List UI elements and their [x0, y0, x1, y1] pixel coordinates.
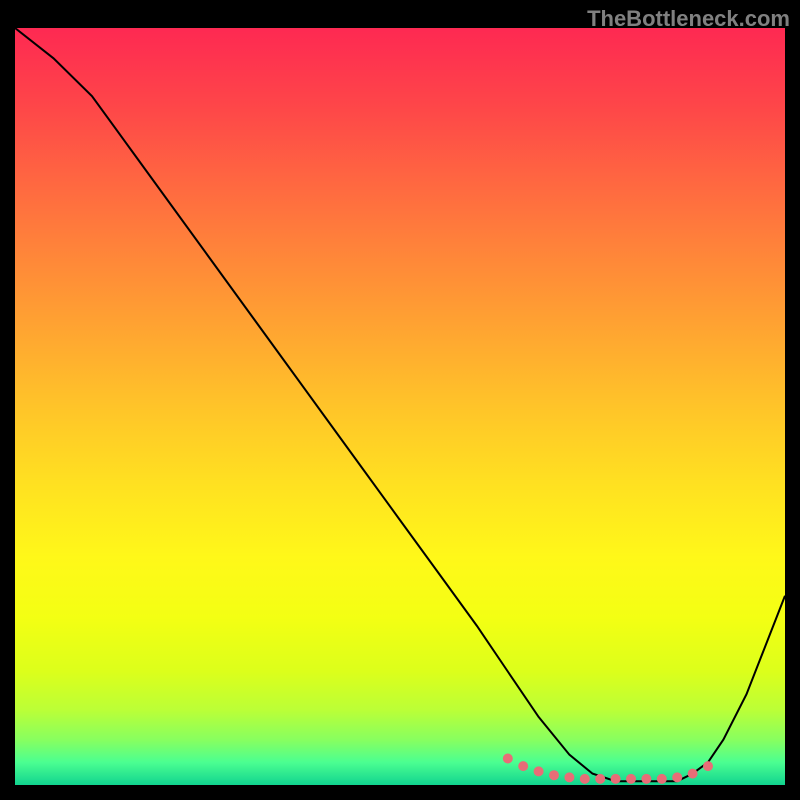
dot — [518, 761, 528, 771]
dot — [611, 774, 621, 784]
dot — [580, 774, 590, 784]
dot — [672, 772, 682, 782]
chart-overlay — [15, 28, 785, 785]
watermark-text: TheBottleneck.com — [587, 6, 790, 32]
chart-container: TheBottleneck.com — [0, 0, 800, 800]
plot-area — [15, 28, 785, 785]
dot — [641, 774, 651, 784]
dot — [534, 766, 544, 776]
dot — [626, 774, 636, 784]
dot — [549, 770, 559, 780]
dot — [703, 761, 713, 771]
dot — [503, 754, 513, 764]
dot — [595, 774, 605, 784]
bottleneck-curve — [15, 28, 785, 781]
dot — [688, 769, 698, 779]
dot — [564, 772, 574, 782]
dot — [657, 774, 667, 784]
